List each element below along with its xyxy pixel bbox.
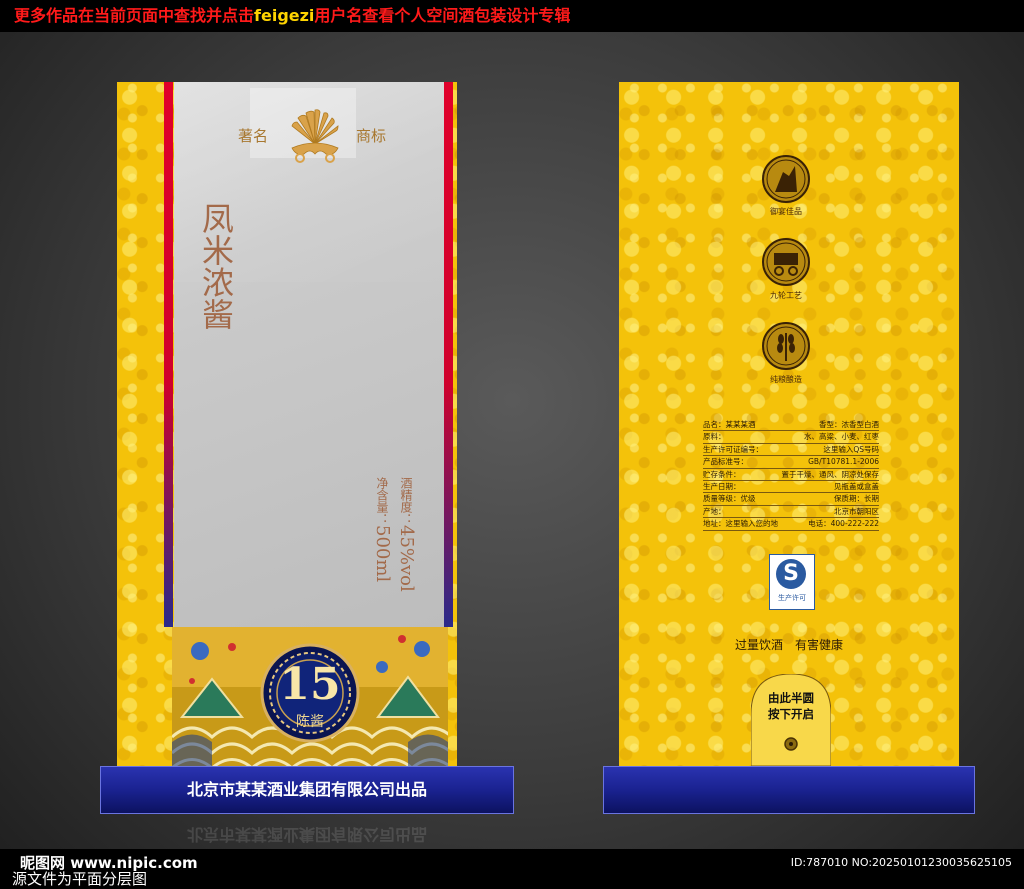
info-row: 产品标准号： GB/T10781.1-2006 bbox=[703, 456, 879, 469]
info-row: 贮存条件： 置于干燥、通风、阴凉处保存 bbox=[703, 469, 879, 481]
front-right-red-stripe bbox=[444, 82, 453, 627]
open-line-2: 按下开启 bbox=[768, 707, 814, 721]
info-right: 北京市朝阳区 bbox=[834, 506, 879, 516]
qs-logo-icon: S bbox=[776, 559, 806, 589]
aged-15-badge: 15 陈酱 bbox=[260, 643, 360, 743]
alcohol-label: 酒精度： bbox=[399, 477, 413, 525]
front-left-red-stripe bbox=[164, 82, 173, 627]
warrior-medallion-icon bbox=[762, 155, 810, 203]
banner-prefix: 更多作品在当前页面中查找并点击 bbox=[14, 6, 255, 25]
info-row: 生产日期： 见瓶盖或盒盖 bbox=[703, 481, 879, 494]
brand-label-left: 著名 bbox=[238, 127, 269, 145]
info-left: 地址：这里输入您的地 bbox=[703, 519, 778, 529]
health-warning: 过量饮酒 有害健康 bbox=[734, 638, 843, 652]
info-right: 这里输入QS号码 bbox=[823, 444, 879, 454]
brand-label-right: 商标 bbox=[356, 127, 387, 145]
company-reflection: 北京市某某酒业集团有限公司出品 bbox=[186, 825, 427, 844]
info-left: 产地： bbox=[703, 506, 726, 516]
medallion-caption-1: 御宴佳品 bbox=[770, 207, 802, 216]
info-left: 质量等级：优级 bbox=[703, 494, 756, 504]
banner-username-link[interactable]: feigezi bbox=[254, 6, 314, 25]
watermark-bottom-text: 源文件为平面分层图 bbox=[12, 870, 148, 888]
info-left: 生产许可证编号： bbox=[703, 444, 763, 454]
badge-number: 15 bbox=[279, 659, 341, 710]
info-right: 香型：浓香型白酒 bbox=[819, 420, 879, 429]
info-row: 生产许可证编号： 这里输入QS号码 bbox=[703, 444, 879, 457]
info-row: 质量等级：优级 保质期：长期 bbox=[703, 493, 879, 506]
product-name: 凤米浓酱 bbox=[197, 202, 235, 330]
front-window: 著名 商标 凤米浓酱 酒精度：45%vol 净含量：500ml bbox=[174, 82, 444, 627]
info-left: 品名：某某某酒 bbox=[703, 420, 756, 429]
info-right: 保质期：长期 bbox=[834, 494, 879, 504]
back-base bbox=[603, 766, 975, 814]
top-banner: 更多作品在当前页面中查找并点击feigezi用户名查看个人空间酒包装设计专辑 bbox=[0, 0, 1024, 32]
info-left: 产品标准号： bbox=[703, 457, 748, 467]
medallion-caption-3: 纯粮酿造 bbox=[770, 375, 802, 384]
front-bottom-artwork: 15 陈酱 bbox=[172, 627, 448, 768]
badge-text: 陈酱 bbox=[296, 714, 324, 730]
info-right: 置于干燥、通风、阴凉处保存 bbox=[781, 469, 880, 479]
medallion-caption-2: 九轮工艺 bbox=[770, 291, 802, 300]
qs-label: 生产许可 bbox=[778, 594, 806, 602]
volume-spec: 净含量：500ml bbox=[372, 477, 393, 582]
info-left: 原料： bbox=[703, 432, 726, 442]
front-panel: 著名 商标 凤米浓酱 酒精度：45%vol 净含量：500ml 15 陈酱 bbox=[117, 82, 457, 768]
info-left: 生产日期： bbox=[703, 481, 741, 491]
volume-value: 500ml bbox=[372, 525, 393, 583]
info-row: 产地： 北京市朝阳区 bbox=[703, 506, 879, 519]
info-right: 见瓶盖或盒盖 bbox=[834, 481, 879, 491]
info-right: GB/T10781.1-2006 bbox=[808, 457, 879, 467]
grain-medallion-icon bbox=[762, 322, 810, 370]
back-panel: 御宴佳品 九轮工艺 纯粮酿造 品名：某某某酒 香型：浓香型白酒 原料： 水、高粱、小… bbox=[619, 82, 959, 768]
qs-certification-mark: S 生产许可 bbox=[769, 554, 815, 610]
info-left: 贮存条件： bbox=[703, 469, 741, 479]
brand-logo-icon bbox=[291, 109, 339, 163]
front-base: 北京市某某酒业集团有限公司出品 bbox=[100, 766, 514, 814]
cart-medallion-icon bbox=[762, 238, 810, 286]
banner-suffix: 用户名查看个人空间酒包装设计专辑 bbox=[314, 6, 571, 25]
watermark-id: ID:787010 NO:20250101230035625105 bbox=[790, 856, 1012, 869]
open-line-1: 由此半圆 bbox=[768, 691, 814, 705]
alcohol-value: 45%vol bbox=[396, 525, 417, 592]
info-row: 品名：某某某酒 香型：浓香型白酒 bbox=[703, 419, 879, 432]
alcohol-spec: 酒精度：45%vol bbox=[396, 477, 417, 592]
info-right: 水、高粱、小麦、红枣 bbox=[804, 432, 879, 442]
info-right: 电话：400-222-222 bbox=[808, 519, 879, 529]
open-instructions: 由此半圆 按下开启 bbox=[751, 690, 831, 722]
volume-label: 净含量： bbox=[375, 477, 389, 525]
company-name: 北京市某某酒业集团有限公司出品 bbox=[186, 780, 427, 799]
info-row: 原料： 水、高粱、小麦、红枣 bbox=[703, 431, 879, 444]
info-row: 地址：这里输入您的地 电话：400-222-222 bbox=[703, 518, 879, 531]
product-info-table: 品名：某某某酒 香型：浓香型白酒 原料： 水、高粱、小麦、红枣 生产许可证编号： 这里… bbox=[703, 419, 879, 531]
